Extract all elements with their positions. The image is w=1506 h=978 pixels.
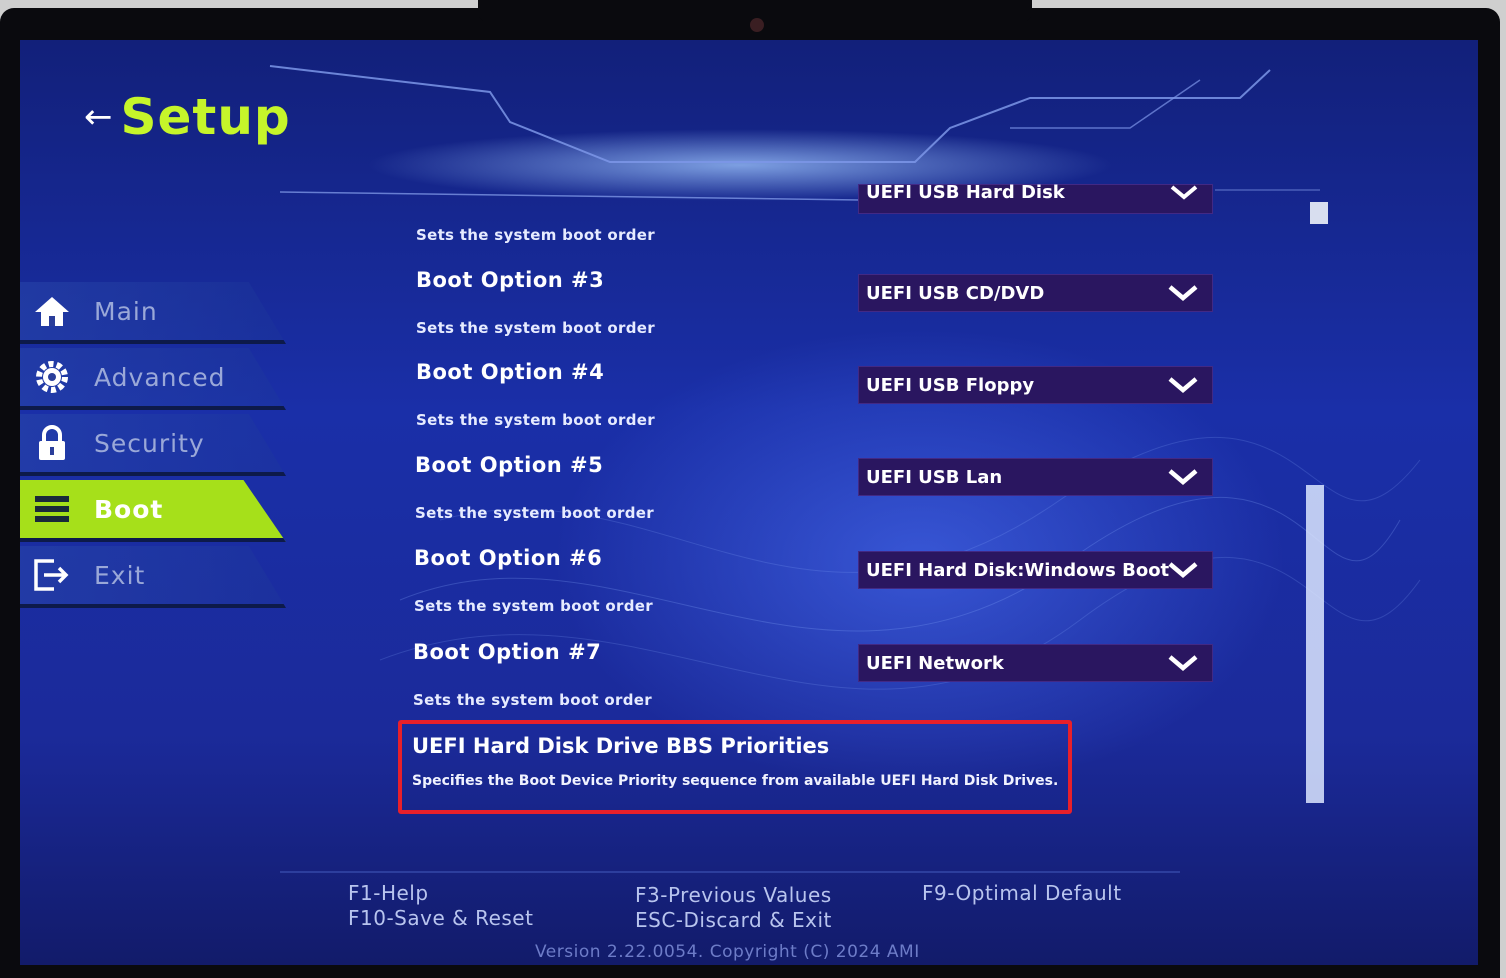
nav-item-advanced[interactable]: Advanced <box>20 348 290 410</box>
select-value: UEFI Network <box>866 652 1004 674</box>
boot-option-6-select[interactable]: UEFI Hard Disk:Windows Boot <box>858 551 1213 589</box>
bios-screen: ← Setup Main Advanced Security Boot Exit… <box>20 40 1478 965</box>
nav-label-exit: Exit <box>94 560 146 590</box>
boot-option-4-select[interactable]: UEFI USB Floppy <box>858 366 1213 404</box>
chevron-down-icon <box>1168 469 1198 485</box>
boot-option-7-select[interactable]: UEFI Network <box>858 644 1213 682</box>
boot-option-4-label: Boot Option #4 <box>416 360 605 384</box>
footer-esc-discard: ESC-Discard & Exit <box>635 908 832 932</box>
nav-item-boot[interactable]: Boot <box>20 480 290 542</box>
page-title: Setup <box>120 88 291 146</box>
sidebar-nav: Main Advanced Security Boot Exit <box>20 282 290 612</box>
boot-option-5-select[interactable]: UEFI USB Lan <box>858 458 1213 496</box>
select-value: UEFI USB Lan <box>866 466 1003 488</box>
nav-label-main: Main <box>94 296 158 326</box>
chevron-down-icon <box>1170 185 1198 200</box>
home-icon <box>30 291 74 331</box>
boot-option-3-desc: Sets the system boot order <box>416 319 655 337</box>
boot-list-icon <box>30 489 74 529</box>
footer-f9-default: F9-Optimal Default <box>922 881 1122 905</box>
chevron-down-icon <box>1168 562 1198 578</box>
boot-option-2-desc: Sets the system boot order <box>416 226 655 244</box>
lock-icon <box>30 423 74 463</box>
version-text: Version 2.22.0054. Copyright (C) 2024 AM… <box>535 942 920 962</box>
nav-item-exit[interactable]: Exit <box>20 546 290 608</box>
select-value: UEFI USB Hard Disk <box>866 184 1065 203</box>
boot-option-2-select[interactable]: UEFI USB Hard Disk <box>858 184 1213 214</box>
boot-option-6-desc: Sets the system boot order <box>414 597 653 615</box>
boot-option-7-label: Boot Option #7 <box>413 640 602 664</box>
nav-item-main[interactable]: Main <box>20 282 290 344</box>
nav-label-boot: Boot <box>94 494 164 524</box>
select-value: UEFI USB CD/DVD <box>866 282 1045 304</box>
boot-option-3-select[interactable]: UEFI USB CD/DVD <box>858 274 1213 312</box>
setup-title[interactable]: ← Setup <box>84 88 291 146</box>
exit-icon <box>30 555 74 595</box>
chevron-down-icon <box>1168 377 1198 393</box>
boot-option-7-desc: Sets the system boot order <box>413 691 652 709</box>
scrollbar-up[interactable] <box>1310 202 1328 224</box>
footer-f10-save: F10-Save & Reset <box>348 906 534 930</box>
select-value: UEFI Hard Disk:Windows Boot <box>866 559 1170 581</box>
scrollbar-thumb[interactable] <box>1306 485 1324 803</box>
bbs-priorities-desc: Specifies the Boot Device Priority seque… <box>412 773 1059 789</box>
footer-f3-previous: F3-Previous Values <box>635 883 832 907</box>
boot-option-4-desc: Sets the system boot order <box>416 411 655 429</box>
footer-f1-help: F1-Help <box>348 881 429 905</box>
boot-option-3-label: Boot Option #3 <box>416 268 605 292</box>
boot-option-5-label: Boot Option #5 <box>415 453 604 477</box>
nav-item-security[interactable]: Security <box>20 414 290 476</box>
back-arrow-icon[interactable]: ← <box>84 97 113 137</box>
nav-label-advanced: Advanced <box>94 362 226 392</box>
webcam <box>750 18 764 32</box>
bbs-priorities-label[interactable]: UEFI Hard Disk Drive BBS Priorities <box>412 734 829 758</box>
chevron-down-icon <box>1168 655 1198 671</box>
boot-option-5-desc: Sets the system boot order <box>415 504 654 522</box>
chevron-down-icon <box>1168 285 1198 301</box>
boot-option-6-label: Boot Option #6 <box>414 546 603 570</box>
nav-label-security: Security <box>94 428 205 458</box>
select-value: UEFI USB Floppy <box>866 374 1035 396</box>
gear-icon <box>30 357 74 397</box>
